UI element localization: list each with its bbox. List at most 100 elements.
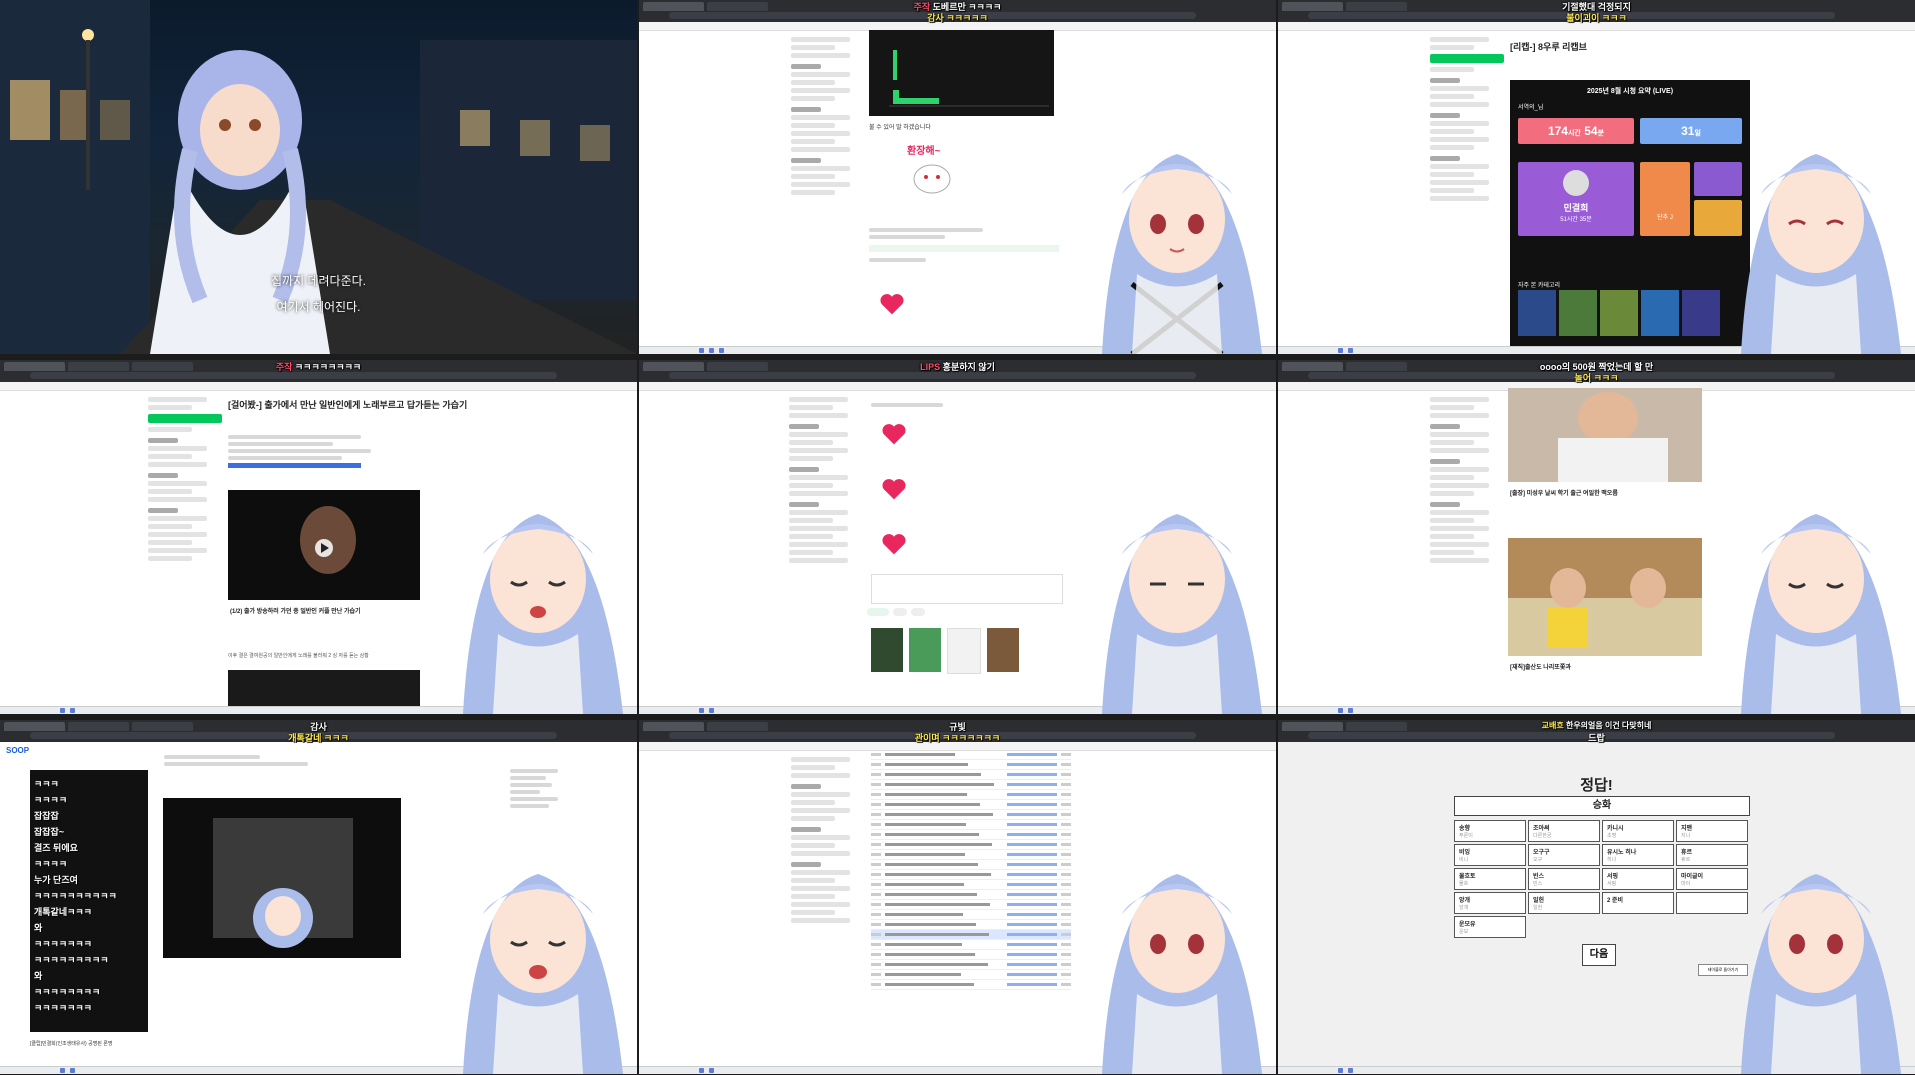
answer-cell[interactable]: 조아써 다른한궁 [1528, 820, 1600, 842]
comment-input[interactable] [871, 574, 1063, 604]
table-row[interactable] [871, 830, 1071, 840]
stream-caption: 주작 ㅋㅋㅋㅋㅋㅋㅋㅋ [275, 362, 362, 372]
table-row[interactable] [871, 930, 1071, 940]
action-button[interactable] [893, 608, 907, 616]
answer-cell-name: 일헌 [1533, 898, 1545, 904]
categories-label: 자주 본 카테고리 [1518, 283, 1560, 289]
table-row[interactable] [871, 920, 1071, 930]
embedded-stream-video[interactable] [163, 798, 401, 958]
table-row[interactable] [871, 800, 1071, 810]
like-button[interactable] [867, 608, 889, 616]
answer-cell[interactable]: 비잉 비니 [1454, 844, 1526, 866]
tile-quiz: 교배흐 한우의얼음 이건 다맞히네 드랍 정답! 승화 송향 푸른이 조아써 다른한궁… [1278, 720, 1915, 1074]
soop-logo[interactable]: SOOP [6, 746, 29, 755]
vtuber-avatar [1741, 874, 1901, 1074]
table-row[interactable] [871, 940, 1071, 950]
answer-cell[interactable]: 빈스 빈스 [1528, 868, 1600, 890]
post-status-text: 불 수 있어 말 하겠습니다 [869, 125, 931, 131]
table-row[interactable] [871, 970, 1071, 980]
table-row[interactable] [871, 760, 1071, 770]
action-button[interactable] [911, 608, 925, 616]
answer-cell[interactable]: 카니시 초명 [1602, 820, 1674, 842]
product-thumb[interactable] [909, 628, 941, 672]
answer-cell[interactable]: 송향 푸른이 [1454, 820, 1526, 842]
answer-cell[interactable]: 일헌 일헌 [1528, 892, 1600, 914]
clip-title[interactable]: [클립]민결희(인조생태유사) 공명된 론명 [30, 1040, 113, 1047]
answer-cell-sub: 비니 [1459, 857, 1469, 863]
video-thumb-2[interactable] [228, 670, 420, 710]
category-thumb[interactable] [1600, 290, 1638, 336]
post-title[interactable]: [리캡-] 8우루 리캡브 [1510, 40, 1587, 53]
write-button[interactable] [1430, 54, 1504, 63]
category-thumb[interactable] [1559, 290, 1597, 336]
table-row[interactable] [871, 840, 1071, 850]
category-list [1518, 290, 1720, 336]
post-photo-1-caption[interactable]: [출장] 미성우 날씨 학기 출근 여일한 맥오름 [1510, 488, 1618, 497]
post-table [871, 750, 1071, 990]
chat-message: 잡잡잡~ [34, 827, 65, 837]
heart-icon [882, 534, 906, 555]
category-thumb[interactable] [1518, 290, 1556, 336]
related-products [871, 628, 1071, 674]
table-row[interactable] [871, 850, 1071, 860]
table-row[interactable] [871, 780, 1071, 790]
answer-cell[interactable]: 서핑 서핑 [1602, 868, 1674, 890]
vtuber-avatar [1102, 514, 1262, 714]
top-streamer-card[interactable]: 민결희 51시간 35분 [1518, 162, 1634, 236]
cafe-sidebar [1430, 34, 1504, 346]
category-thumb[interactable] [1641, 290, 1679, 336]
answer-cell-name: 유시노 히나 [1607, 850, 1637, 856]
next-button[interactable]: 다음 [1582, 944, 1616, 966]
table-row[interactable] [871, 770, 1071, 780]
table-row[interactable] [871, 750, 1071, 760]
write-button[interactable] [148, 414, 222, 423]
answer-cell[interactable]: 2 준비 [1602, 892, 1674, 914]
table-row[interactable] [871, 980, 1071, 990]
table-row[interactable] [871, 890, 1071, 900]
tile-cafe-chart: 주작 도베르만 ㅋㅋㅋㅋ 감사 ㅋㅋㅋㅋㅋ 불 수 있어 말 하겠습니다 환장해… [639, 0, 1276, 354]
video-caption[interactable]: (1/2) 출가 방송하러 가던 중 일반인 커플 만난 가습기 [230, 606, 420, 615]
product-thumb[interactable] [947, 628, 981, 674]
table-row[interactable] [871, 820, 1071, 830]
answer-cell[interactable]: 앙개 앙개 [1454, 892, 1526, 914]
table-row[interactable] [871, 910, 1071, 920]
answer-cell-name: 2 준비 [1607, 898, 1624, 904]
answer-cell[interactable]: 오구구 오구 [1528, 844, 1600, 866]
chat-message: 결즈 뒤에요 [34, 843, 78, 853]
subtitle-line-2: 여기서 헤어진다. [276, 300, 361, 314]
table-row[interactable] [871, 950, 1071, 960]
address-bar[interactable] [30, 372, 557, 379]
chat-message: ㅋㅋㅋㅋ [34, 795, 68, 805]
comment-list [871, 400, 1051, 410]
table-row[interactable] [871, 860, 1071, 870]
product-thumb[interactable] [871, 628, 903, 672]
answer-cell-sub: 오구 [1533, 857, 1543, 863]
table-row[interactable] [871, 900, 1071, 910]
table-row[interactable] [871, 790, 1071, 800]
vtuber-avatar [463, 874, 623, 1074]
video-player[interactable] [228, 490, 420, 600]
table-row[interactable] [871, 870, 1071, 880]
second-streamer-card[interactable]: 단추 J [1640, 162, 1690, 236]
address-bar[interactable] [669, 372, 1196, 379]
answer-cell[interactable]: 물흐토 물흐 [1454, 868, 1526, 890]
post-photo-1[interactable] [1508, 388, 1702, 482]
chat-message: ㅋㅋㅋㅋㅋㅋㅋㅋㅋㅋ [34, 891, 117, 901]
tile-anime-scene: 집까지 데려다준다. 여기서 헤어진다. [0, 0, 637, 354]
answer-cell[interactable]: 운모유 운모 [1454, 916, 1526, 938]
emote-text: 환장해~ [907, 146, 941, 157]
product-thumb[interactable] [987, 628, 1019, 672]
stream-caption-line2: 드랍 [1588, 733, 1605, 743]
screenshot-grid: 집까지 데려다준다. 여기서 헤어진다. 주작 도베르만 ㅋㅋㅋㅋ 감사 ㅋㅋㅋ… [0, 0, 1915, 1075]
table-row[interactable] [871, 960, 1071, 970]
answer-cell-name: 송향 [1459, 826, 1471, 832]
stream-caption-line2: 놀어 ㅋㅋㅋ [1574, 373, 1619, 383]
post-photo-2-caption[interactable]: [재직]출산도 나리또쫓과 [1510, 662, 1571, 671]
table-row[interactable] [871, 880, 1071, 890]
chat-message: ㅋㅋㅋㅋㅋㅋㅋ [34, 939, 92, 949]
answer-cell-name: 물흐토 [1459, 874, 1476, 880]
answer-cell[interactable]: 유시노 히나 히나 [1602, 844, 1674, 866]
table-row[interactable] [871, 810, 1071, 820]
post-title[interactable]: [걸어봤-] 출가에서 만난 일반인에게 노래부르고 답가듣는 가습기 [228, 398, 488, 411]
post-photo-2[interactable] [1508, 538, 1702, 656]
